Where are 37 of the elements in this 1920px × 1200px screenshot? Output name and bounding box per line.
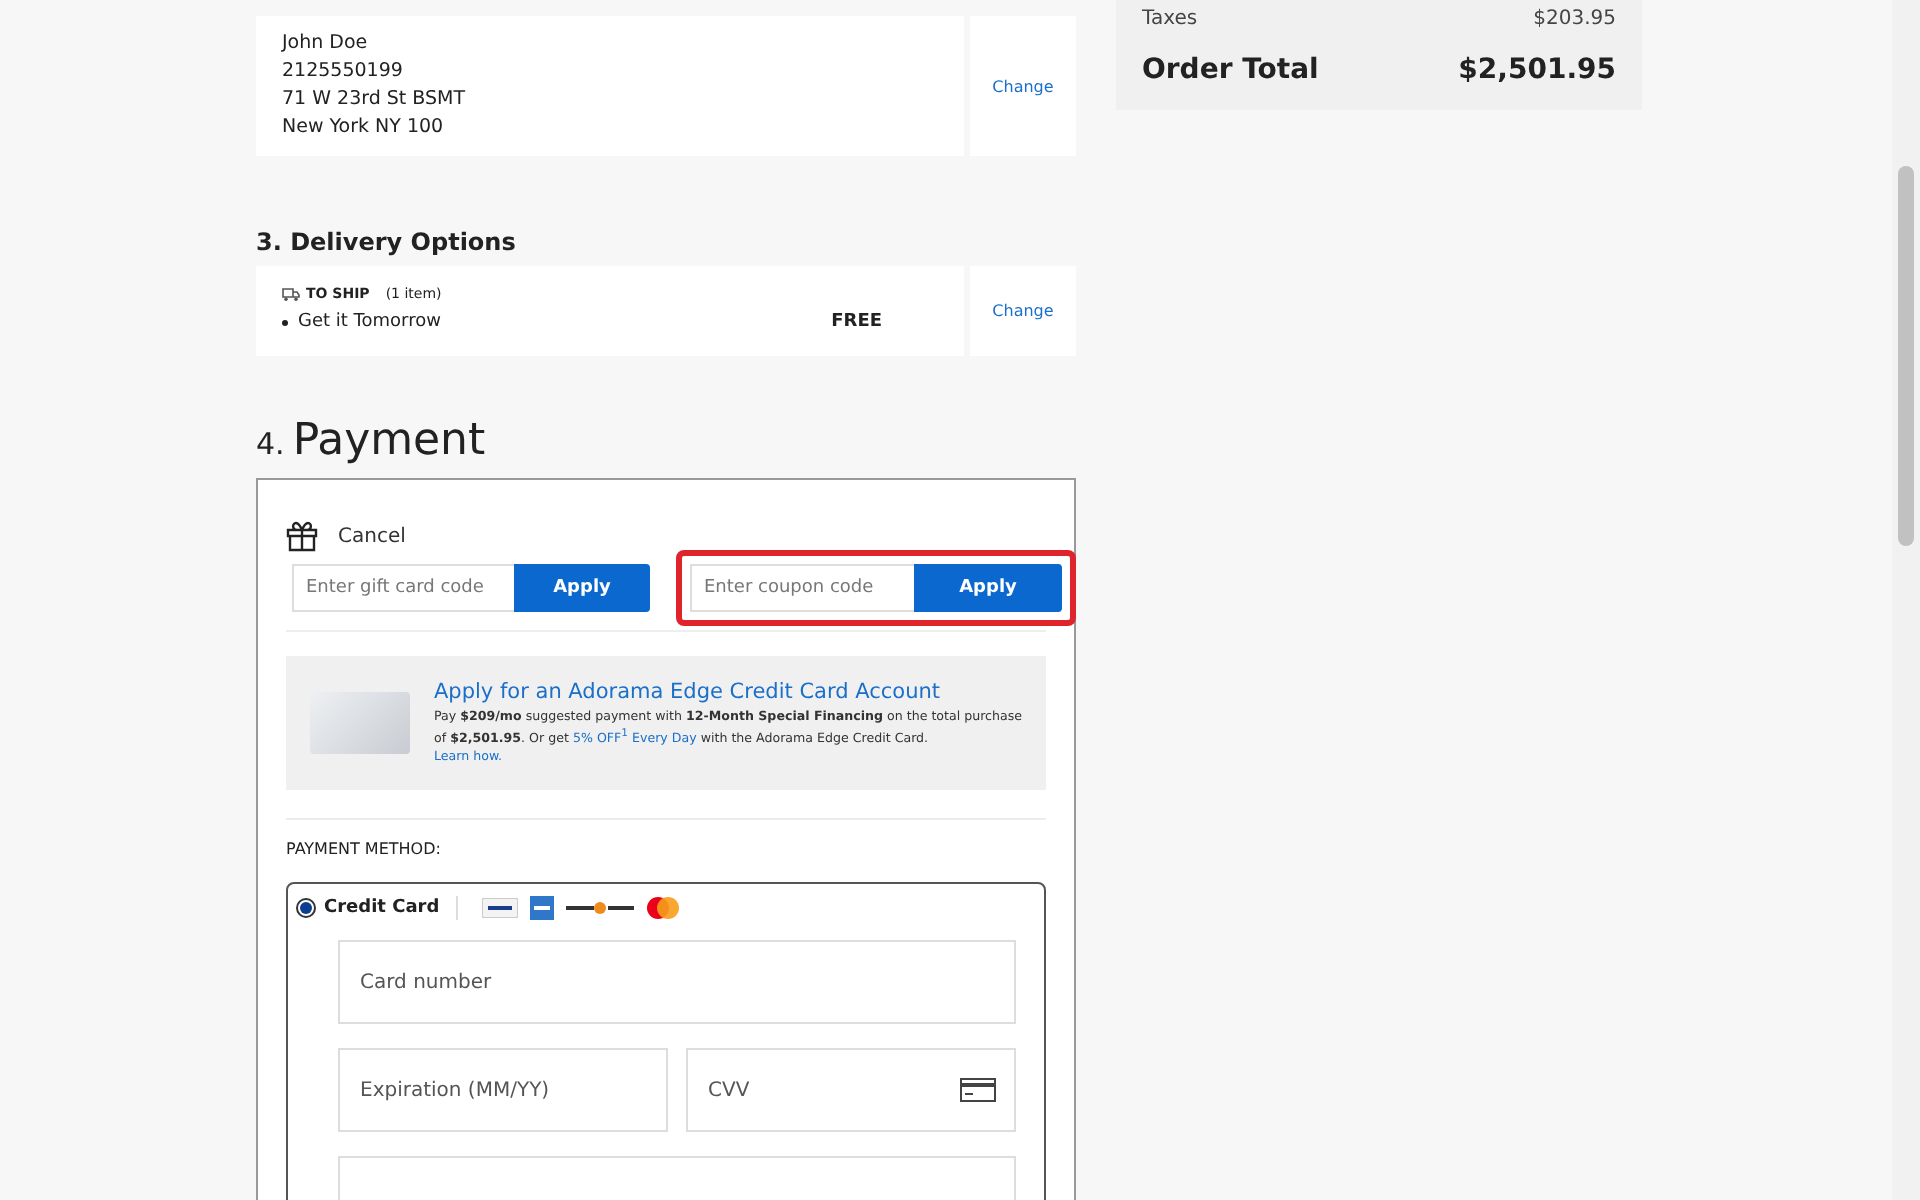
card-logo-icon <box>529 896 554 921</box>
section-number: 4. <box>256 426 285 462</box>
expiration-field[interactable]: Expiration (MM/YY) <box>338 1048 668 1133</box>
radio-button[interactable] <box>296 898 316 919</box>
scrollbar[interactable] <box>1892 0 1920 1200</box>
credit-card-option[interactable]: Credit Card <box>296 898 440 919</box>
summary-label: Taxes <box>1142 6 1198 34</box>
card-logo-icon <box>481 898 518 919</box>
change-link[interactable]: Change <box>992 77 1054 95</box>
card-logo-icon <box>645 896 680 921</box>
total-value: $2,501.95 <box>1458 54 1616 86</box>
address-line: New York NY 100 <box>282 114 446 142</box>
credit-card-image <box>310 692 410 755</box>
cancel-link[interactable]: Cancel <box>338 525 406 547</box>
promo-title-link[interactable]: Apply for an Adorama Edge Credit Card Account <box>434 680 1022 704</box>
delivery-price: FREE <box>831 310 882 336</box>
address-line: 2125550199 <box>282 58 405 86</box>
gift-card-field[interactable]: Enter gift card code <box>292 564 514 612</box>
truck-icon <box>282 287 300 301</box>
section-heading: 3. Delivery Options <box>256 228 518 256</box>
cvv-field[interactable]: CVV <box>686 1048 1016 1133</box>
apply-button[interactable]: Apply <box>514 564 650 612</box>
bullet-icon <box>282 319 288 325</box>
gift-icon <box>286 520 318 552</box>
section-heading: Payment <box>292 416 486 466</box>
payment-method-label: PAYMENT METHOD: <box>286 840 443 859</box>
card-logo-icon <box>565 900 634 917</box>
coupon-field[interactable]: Enter coupon code <box>690 564 914 612</box>
card-icon <box>960 1078 996 1103</box>
total-label: Order Total <box>1142 54 1319 86</box>
card-number-field[interactable]: Card number <box>338 940 1016 1025</box>
summary-value: $203.95 <box>1533 6 1616 34</box>
address-line: 71 W 23rd St BSMT <box>282 86 468 114</box>
address-line: John Doe <box>282 30 370 58</box>
change-link[interactable]: Change <box>992 302 1054 320</box>
delivery-option: Get it Tomorrow <box>298 308 441 336</box>
apply-button[interactable]: Apply <box>914 564 1062 612</box>
